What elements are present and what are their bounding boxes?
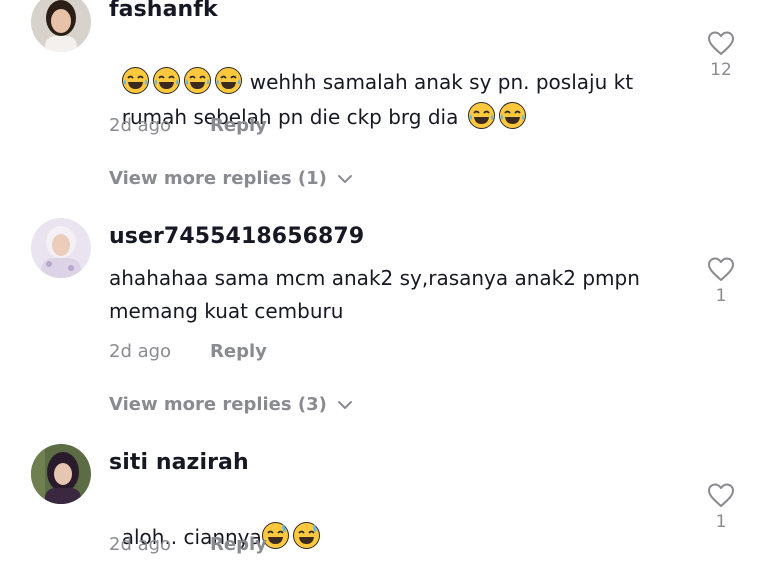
comment-username[interactable]: siti nazirah — [109, 450, 249, 475]
comment-text: ahahahaa sama mcm anak2 sy,rasanya anak2… — [109, 266, 640, 290]
like-heart-icon[interactable] — [706, 30, 736, 60]
like-count: 12 — [710, 60, 732, 80]
chevron-down-icon — [337, 168, 353, 189]
chevron-down-icon — [337, 394, 353, 415]
like-heart-icon[interactable] — [706, 482, 736, 512]
avatar[interactable] — [31, 0, 91, 52]
comment-timestamp: 2d ago — [109, 115, 172, 136]
comment-username[interactable]: fashanfk — [109, 0, 218, 22]
avatar[interactable] — [31, 218, 91, 278]
like-heart-icon[interactable] — [706, 256, 736, 286]
avatar[interactable] — [31, 444, 91, 504]
view-more-replies-button[interactable]: View more replies (1) — [109, 168, 353, 189]
reply-button[interactable]: Reply — [210, 115, 267, 136]
view-more-replies-button[interactable]: View more replies (3) — [109, 394, 353, 415]
emoji-tears-of-joy-icon — [468, 102, 496, 129]
like-count: 1 — [715, 512, 727, 532]
reply-button[interactable]: Reply — [210, 341, 267, 362]
emoji-tears-of-joy-icon — [499, 102, 527, 129]
emoji-grinning-sweat-icon — [292, 522, 320, 549]
comment-username[interactable]: user7455418656879 — [109, 224, 364, 249]
comment-text: rumah sebelah pn die ckp brg dia — [109, 68, 530, 134]
comment-text-line: rumah sebelah pn die ckp brg dia — [121, 105, 459, 129]
view-more-replies-label: View more replies (3) — [109, 394, 327, 415]
view-more-replies-label: View more replies (1) — [109, 168, 327, 189]
like-count: 1 — [715, 286, 727, 306]
comment-timestamp: 2d ago — [109, 534, 172, 555]
reply-button[interactable]: Reply — [210, 534, 267, 555]
comment-timestamp: 2d ago — [109, 341, 172, 362]
comment-text: memang kuat cemburu — [109, 299, 344, 323]
